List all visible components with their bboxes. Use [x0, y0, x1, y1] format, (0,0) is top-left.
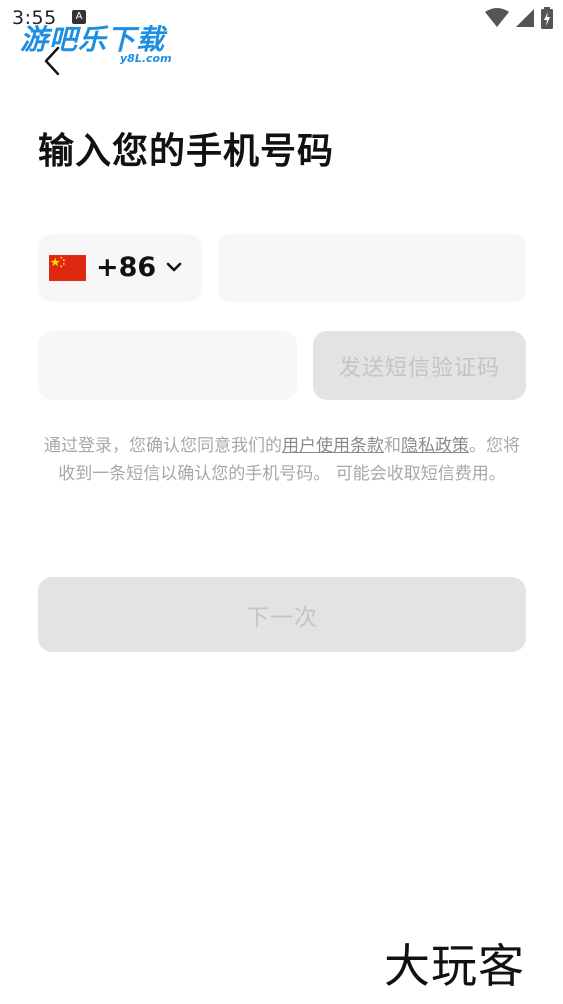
battery-charging-icon	[541, 7, 553, 29]
chevron-down-icon	[166, 262, 182, 272]
signal-icon	[516, 9, 534, 27]
status-icons	[485, 6, 553, 30]
phone-number-input[interactable]	[218, 234, 526, 302]
page-title: 输入您的手机号码	[38, 131, 335, 172]
send-code-button[interactable]: 发送短信验证码	[313, 331, 526, 400]
terms-and: 和	[384, 436, 401, 456]
wifi-icon	[485, 8, 509, 27]
watermark-bottom: 大玩客	[384, 939, 525, 993]
back-button[interactable]	[38, 44, 68, 78]
watermark-top-subtext: y8L.com	[120, 52, 172, 65]
chevron-left-icon	[44, 46, 60, 76]
verification-code-input[interactable]	[38, 331, 297, 400]
china-flag-icon	[49, 255, 86, 281]
country-code-selector[interactable]: +86	[38, 234, 202, 302]
next-button[interactable]: 下一次	[38, 577, 526, 652]
terms-prefix: 通过登录，您确认您同意我们的	[44, 436, 282, 456]
privacy-policy-link[interactable]: 隐私政策	[401, 436, 469, 456]
user-terms-link[interactable]: 用户使用条款	[282, 436, 384, 456]
terms-notice: 通过登录，您确认您同意我们的用户使用条款和隐私政策。您将收到一条短信以确认您的手…	[36, 432, 528, 488]
country-code: +86	[96, 252, 157, 283]
